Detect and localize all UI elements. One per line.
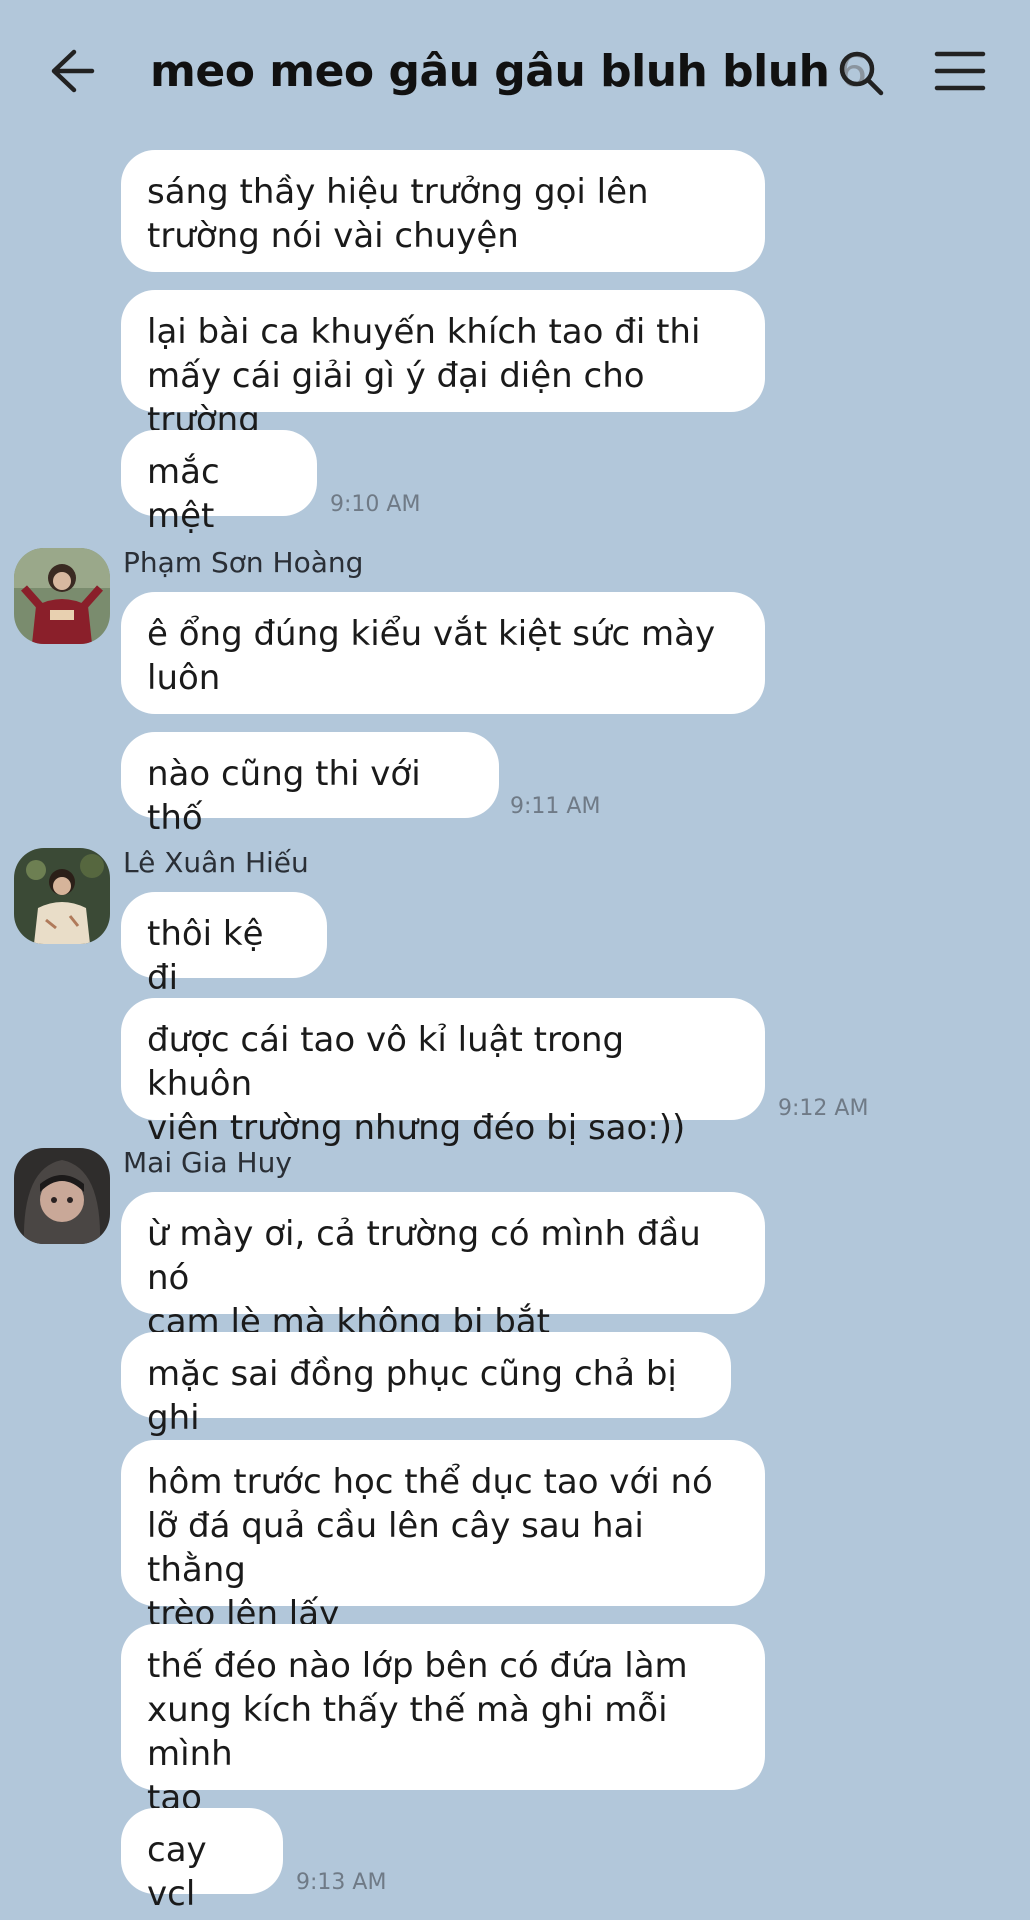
message-bubble[interactable]: ừ mày ơi, cả trường có mình đầu nó cam l… bbox=[121, 1192, 765, 1342]
message-bubble[interactable]: cay vcl bbox=[121, 1808, 283, 1914]
menu-icon bbox=[934, 51, 986, 91]
timestamp: 9:13 AM bbox=[296, 1870, 387, 1895]
avatar[interactable] bbox=[14, 1148, 110, 1244]
group-name: meo meo gâu gâu bluh bluh bbox=[150, 46, 830, 97]
message-bubble[interactable]: nào cũng thi với thố bbox=[121, 732, 499, 838]
timestamp: 9:11 AM bbox=[510, 794, 601, 819]
chat-header: meo meo gâu gâu bluh bluh 6 bbox=[0, 0, 1030, 140]
message-bubble[interactable]: sáng thầy hiệu trưởng gọi lên trường nói… bbox=[121, 150, 765, 272]
back-button[interactable] bbox=[44, 46, 100, 96]
message-bubble[interactable]: hôm trước học thể dục tao với nó lỡ đá q… bbox=[121, 1440, 765, 1634]
search-button[interactable] bbox=[836, 48, 886, 98]
message-bubble[interactable]: thôi kệ đi bbox=[121, 892, 327, 998]
user-avatar-image bbox=[14, 548, 110, 644]
user-avatar-image bbox=[14, 848, 110, 944]
avatar[interactable] bbox=[14, 848, 110, 944]
message-bubble[interactable]: thế đéo nào lớp bên có đứa làm xung kích… bbox=[121, 1624, 765, 1818]
sender-name: Lê Xuân Hiếu bbox=[123, 846, 309, 879]
menu-button[interactable] bbox=[934, 50, 986, 92]
sender-name: Phạm Sơn Hoàng bbox=[123, 546, 364, 579]
message-bubble[interactable]: ê ổng đúng kiểu vắt kiệt sức mày luôn bbox=[121, 592, 765, 714]
sender-name: Mai Gia Huy bbox=[123, 1146, 292, 1179]
search-icon bbox=[839, 51, 884, 96]
timestamp: 9:12 AM bbox=[778, 1096, 869, 1121]
message-bubble[interactable]: mặc sai đồng phục cũng chả bị ghi bbox=[121, 1332, 731, 1438]
message-bubble[interactable]: được cái tao vô kỉ luật trong khuôn viên… bbox=[121, 998, 765, 1148]
message-bubble[interactable]: mắc mệt bbox=[121, 430, 317, 536]
chat-title[interactable]: meo meo gâu gâu bluh bluh 6 bbox=[150, 42, 867, 102]
user-avatar-image bbox=[14, 1148, 110, 1244]
avatar[interactable] bbox=[14, 548, 110, 644]
timestamp: 9:10 AM bbox=[330, 492, 421, 517]
arrow-left-icon bbox=[51, 49, 95, 93]
message-bubble[interactable]: lại bài ca khuyến khích tao đi thi mấy c… bbox=[121, 290, 765, 440]
